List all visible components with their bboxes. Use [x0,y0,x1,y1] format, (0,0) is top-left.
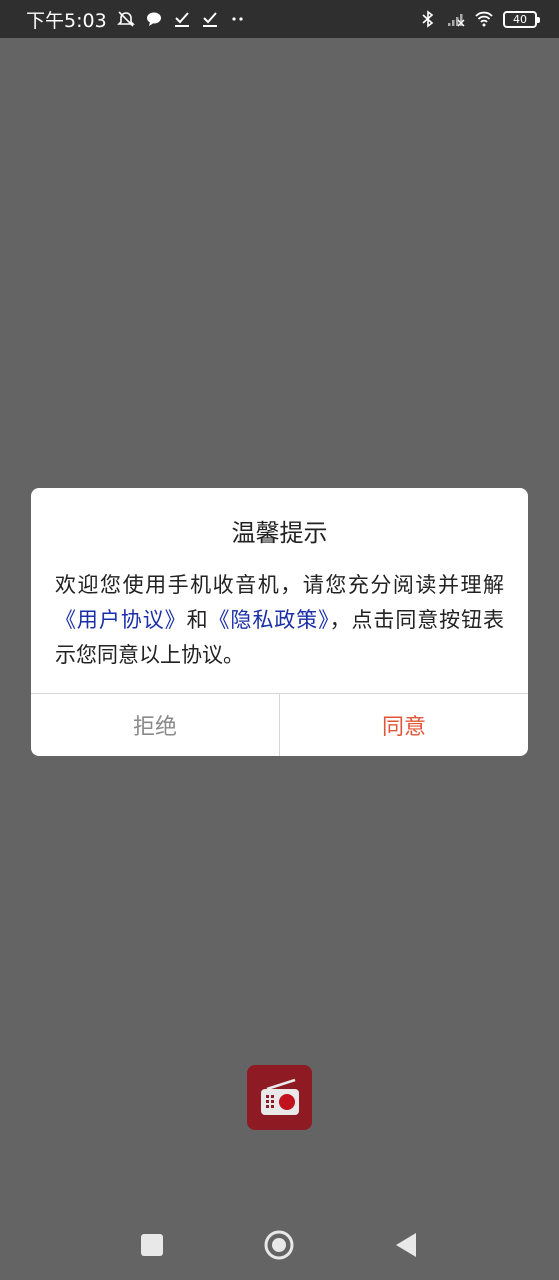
status-time: 下午5:03 [26,9,107,32]
body-and-text: 和 [186,608,209,632]
user-agreement-link[interactable]: 《用户协议》 [55,608,187,632]
check-icon [201,10,219,28]
check-icon [173,10,191,28]
back-triangle-icon[interactable] [392,1230,422,1260]
wifi-icon [475,10,493,28]
status-bar-left: 下午5:03 [26,6,247,33]
status-bar: 下午5:03 40 [0,0,559,38]
dialog-title: 温馨提示 [231,519,328,547]
recents-square-icon[interactable] [137,1230,167,1260]
home-circle-icon[interactable] [264,1230,294,1260]
reject-button[interactable]: 拒绝 [31,694,280,756]
bluetooth-icon [419,10,437,28]
agree-button[interactable]: 同意 [280,694,528,756]
navigation-bar [0,1210,559,1280]
dialog-buttons: 拒绝 同意 [31,694,528,756]
battery-icon: 40 [503,10,540,28]
chat-bubble-icon [145,10,163,28]
radio-icon [260,1078,299,1115]
status-bar-right: 40 [419,10,540,28]
dialog-body: 欢迎您使用手机收音机，请您充分阅读并理解《用户协议》和《隐私政策》，点击同意按钮… [55,568,504,673]
privacy-policy-link[interactable]: 《隐私政策》 [209,608,330,632]
signal-icon [447,10,465,28]
app-logo [247,1065,312,1130]
agreement-dialog: 温馨提示 欢迎您使用手机收音机，请您充分阅读并理解《用户协议》和《隐私政策》，点… [31,488,528,756]
alarm-off-icon [116,10,135,28]
body-prefix-text: 欢迎您使用手机收音机，请您充分阅读并理解 [55,573,504,597]
more-dots-icon [229,10,247,28]
